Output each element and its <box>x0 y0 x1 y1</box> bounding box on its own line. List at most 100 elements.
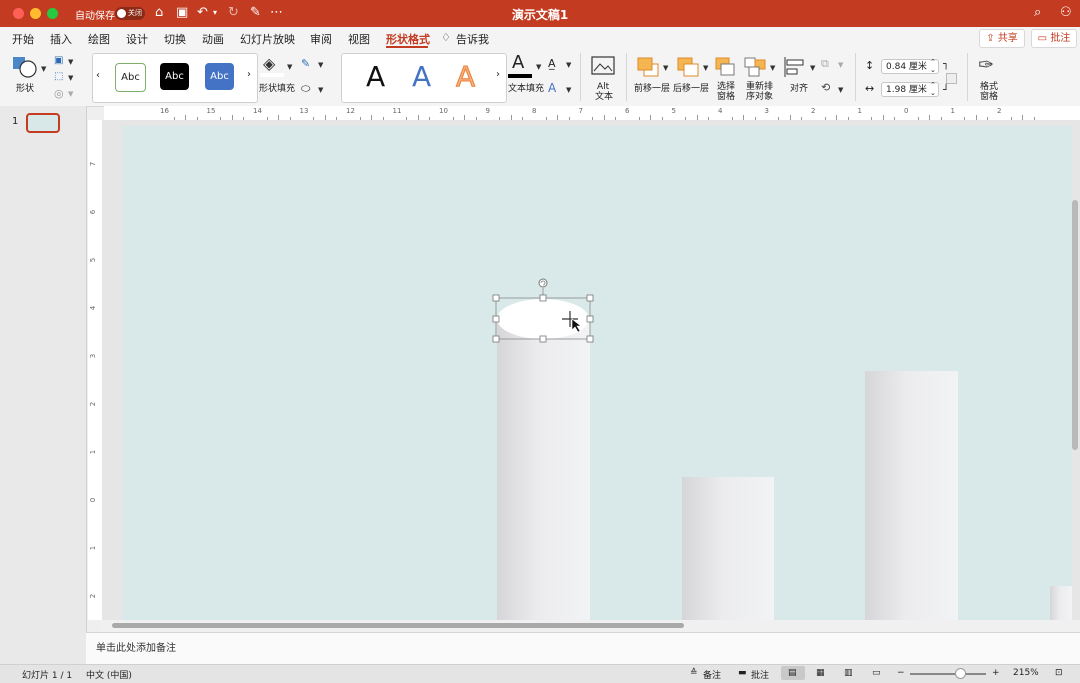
ruler-h-label: 8 <box>532 107 537 115</box>
gallery-prev-icon[interactable]: ‹ <box>96 70 100 81</box>
language-indicator[interactable]: 中文 (中国) <box>86 668 132 681</box>
shape-effects-icon[interactable]: ⬭ <box>301 82 310 96</box>
ruler-h-label: 11 <box>392 107 402 115</box>
edit-shape-dropdown-icon[interactable]: ▼ <box>68 58 73 66</box>
rotate-icon[interactable]: ⟲ <box>821 81 830 94</box>
align-dropdown-icon[interactable]: ▼ <box>810 64 815 72</box>
shape-fill-dropdown-icon[interactable]: ▼ <box>287 63 292 71</box>
alt-text-icon[interactable] <box>591 56 617 78</box>
text-outline-icon[interactable]: A̲ <box>548 57 556 70</box>
zoom-slider-thumb[interactable] <box>955 668 966 679</box>
comments-button[interactable]: ▭ 批注 <box>1031 29 1077 48</box>
reading-view-icon[interactable]: ▥ <box>844 668 853 678</box>
text-fill-icon[interactable]: A <box>512 52 524 73</box>
rotate-dropdown-icon[interactable]: ▼ <box>838 86 843 94</box>
align-icon[interactable] <box>783 56 809 78</box>
shape-style-black[interactable]: Abc <box>160 63 189 90</box>
comments-icon[interactable]: ▬ <box>738 668 747 678</box>
normal-view-icon: ▤ <box>788 668 797 678</box>
format-pane-label-1: 格式 <box>980 82 999 92</box>
shape-outline-dropdown-icon[interactable]: ▼ <box>318 61 323 69</box>
bring-forward-icon[interactable] <box>636 56 662 78</box>
ruler-v-label: 1 <box>89 449 98 455</box>
height-stepper-icon[interactable]: ⌃ ⌄ <box>930 58 936 74</box>
tab-shape-format[interactable]: 形状格式 <box>386 31 430 47</box>
shapes-icon[interactable] <box>12 55 38 79</box>
tab-review[interactable]: 审阅 <box>310 31 332 47</box>
send-backward-icon[interactable] <box>676 56 702 78</box>
merge-shapes-dropdown-icon[interactable]: ▼ <box>68 90 73 98</box>
merge-shapes-icon[interactable]: ◎ <box>54 87 64 100</box>
shapes-dropdown-icon[interactable]: ▼ <box>41 65 46 73</box>
text-outline-dropdown-icon[interactable]: ▼ <box>566 61 571 69</box>
slide-sorter-icon[interactable]: ▦ <box>816 668 825 678</box>
shape-style-outline[interactable]: Abc <box>115 63 146 92</box>
ruler-h-label: 4 <box>718 107 723 115</box>
vertical-scrollbar[interactable] <box>1072 200 1078 450</box>
wordart-style-blue[interactable]: A <box>412 60 431 93</box>
slide-thumbnail[interactable] <box>26 113 60 133</box>
search-icon[interactable]: ⌕ <box>1034 5 1041 21</box>
cylinder-shape-2[interactable] <box>682 477 774 620</box>
selected-ellipse-shape[interactable] <box>490 274 596 344</box>
cylinder-shape-3[interactable] <box>865 371 958 620</box>
width-stepper-icon[interactable]: ⌃ ⌄ <box>930 81 936 97</box>
format-pane-icon[interactable]: ✑ <box>978 54 994 76</box>
tab-animations[interactable]: 动画 <box>202 31 224 47</box>
ruler-h-label: 6 <box>625 107 630 115</box>
zoom-out-icon[interactable]: − <box>897 668 905 678</box>
reorder-objects-icon[interactable] <box>743 56 769 78</box>
tab-slideshow[interactable]: 幻灯片放映 <box>240 31 295 47</box>
gallery-next-icon[interactable]: › <box>247 69 251 80</box>
text-fill-dropdown-icon[interactable]: ▼ <box>536 63 541 71</box>
horizontal-ruler[interactable]: 16 15 14 13 12 11 10 9 8 7 6 5 4 3 2 1 0 1 2 <box>104 106 1080 121</box>
zoom-level[interactable]: 215% <box>1013 668 1039 678</box>
slide-canvas[interactable] <box>122 126 1072 620</box>
comment-icon: ▭ <box>1037 33 1051 44</box>
horizontal-scroll-thumb[interactable] <box>112 623 684 628</box>
send-backward-dropdown-icon[interactable]: ▼ <box>703 64 708 72</box>
zoom-slider[interactable] <box>910 673 986 675</box>
tab-design[interactable]: 设计 <box>126 31 148 47</box>
slideshow-icon[interactable]: ▭ <box>872 668 881 678</box>
bring-forward-label: 前移一层 <box>634 84 671 94</box>
ruler-h-label: 9 <box>485 107 490 115</box>
reorder-dropdown-icon[interactable]: ▼ <box>770 64 775 72</box>
wordart-style-black[interactable]: A <box>366 60 385 93</box>
group-icon[interactable]: ⧉ <box>821 57 829 71</box>
tell-me-search[interactable]: 告诉我 <box>456 31 489 47</box>
share-button[interactable]: ⇪ 共享 <box>979 29 1025 48</box>
group-dropdown-icon[interactable]: ▼ <box>838 61 843 69</box>
lock-aspect-checkbox[interactable] <box>946 73 957 84</box>
shape-effects-dropdown-icon[interactable]: ▼ <box>318 86 323 94</box>
tab-insert[interactable]: 插入 <box>50 31 72 47</box>
selection-pane-icon[interactable] <box>714 56 738 78</box>
fit-to-window-icon[interactable]: ⊡ <box>1055 668 1063 678</box>
wordart-next-icon[interactable]: › <box>496 69 500 80</box>
paint-bucket-icon[interactable]: ◈ <box>263 54 275 73</box>
notes-pane[interactable]: 单击此处添加备注 <box>86 632 1080 665</box>
account-icon[interactable]: ⚇ <box>1060 5 1072 21</box>
edit-shape-icon[interactable]: ▣ <box>54 55 63 66</box>
horizontal-scrollbar[interactable] <box>102 620 1080 632</box>
zoom-in-icon[interactable]: + <box>992 668 1000 678</box>
vertical-ruler[interactable]: 7 6 5 4 3 2 1 0 1 2 <box>88 120 103 620</box>
tab-home[interactable]: 开始 <box>12 31 34 47</box>
cylinder-shape-4[interactable] <box>1050 586 1072 620</box>
text-effects-dropdown-icon[interactable]: ▼ <box>566 86 571 94</box>
tab-view[interactable]: 视图 <box>348 31 370 47</box>
text-effects-icon[interactable]: A <box>548 81 556 95</box>
wordart-style-orange[interactable]: A <box>455 60 475 94</box>
comments-toggle[interactable]: 批注 <box>751 668 769 681</box>
text-box-dropdown-icon[interactable]: ▼ <box>68 74 73 82</box>
shape-style-blue[interactable]: Abc <box>205 63 234 90</box>
notes-icon[interactable]: ≙ <box>690 668 698 678</box>
tab-transitions[interactable]: 切换 <box>164 31 186 47</box>
text-box-icon[interactable]: ⬚ <box>54 71 63 82</box>
bring-forward-dropdown-icon[interactable]: ▼ <box>663 64 668 72</box>
tab-draw[interactable]: 绘图 <box>88 31 110 47</box>
notes-toggle[interactable]: 备注 <box>703 668 721 681</box>
cylinder-shape-1[interactable] <box>497 316 590 620</box>
ruler-h-label: 3 <box>764 107 769 115</box>
shape-outline-icon[interactable]: ✎ <box>301 57 310 70</box>
